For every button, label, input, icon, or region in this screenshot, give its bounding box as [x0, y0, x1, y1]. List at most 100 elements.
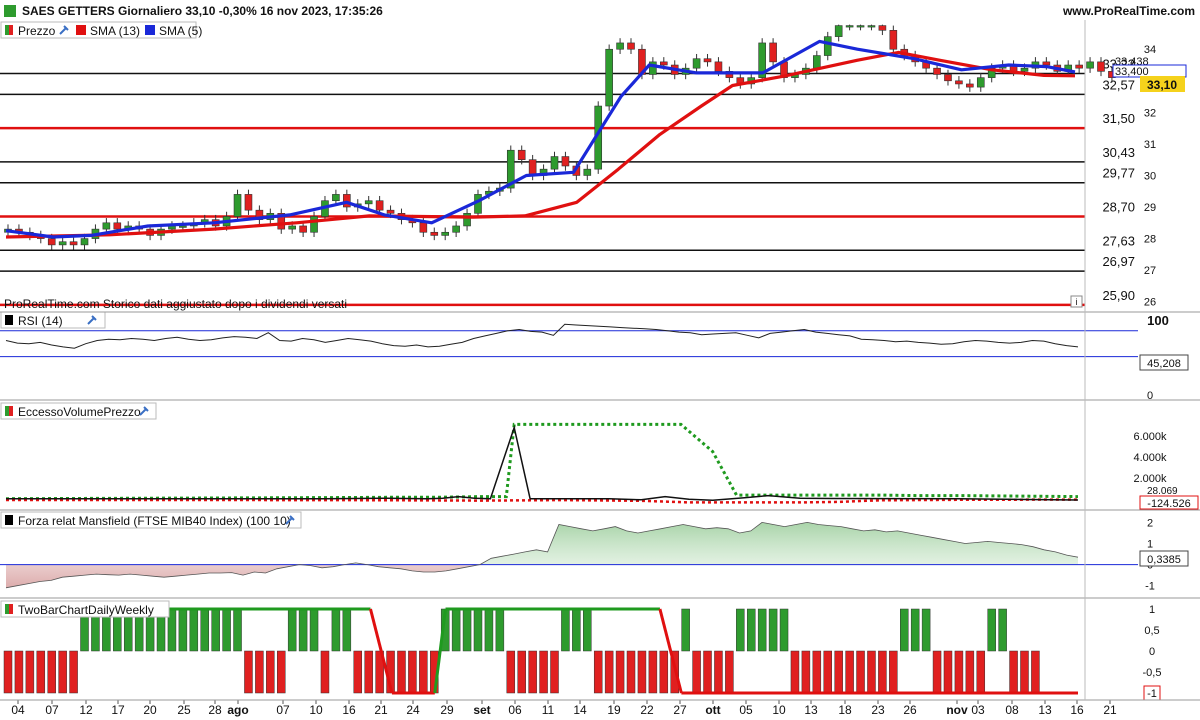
x-tick-label: ago — [227, 703, 248, 717]
candle — [813, 55, 821, 69]
price-y-tick: 31 — [1144, 139, 1156, 151]
candle — [343, 194, 351, 208]
twobar-bar — [681, 608, 690, 652]
twobar-bar — [910, 608, 920, 652]
x-tick-label: nov — [946, 703, 968, 717]
twobar-bar — [277, 650, 286, 694]
x-tick-label: 29 — [440, 703, 454, 717]
candle — [47, 238, 56, 246]
site-link[interactable]: www.ProRealTime.com — [1062, 4, 1195, 18]
twobar-bar — [889, 650, 898, 694]
twobar-bar — [987, 608, 996, 652]
svg-text:i: i — [1076, 297, 1078, 307]
sma5-swatch — [145, 25, 155, 35]
twobar-bar — [233, 608, 242, 652]
twobar-bar — [320, 650, 330, 694]
twobar-bar — [593, 650, 603, 694]
price-level-label: 28,70 — [1102, 199, 1135, 214]
candle — [627, 42, 635, 50]
candle — [769, 42, 777, 63]
price-y-tick: 32 — [1144, 107, 1156, 119]
twobar-legend-label: TwoBarChartDailyWeekly — [18, 603, 154, 617]
price-y-tick: 26 — [1144, 297, 1156, 309]
volume-y-tick: 4.000k — [1133, 452, 1167, 464]
twobar-legend: TwoBarChartDailyWeekly — [0, 600, 170, 618]
candle — [441, 231, 450, 236]
x-tick-label: 18 — [838, 703, 852, 717]
candle — [605, 48, 613, 107]
candle — [1020, 67, 1029, 72]
twobar-bar — [69, 650, 78, 694]
candle — [583, 168, 592, 176]
twobar-bar — [703, 650, 712, 694]
twobar-bar — [211, 608, 220, 652]
twobar-bar — [900, 608, 909, 652]
candle — [703, 58, 712, 63]
candle — [386, 209, 395, 214]
candle — [966, 83, 974, 88]
twobar-bar — [331, 608, 341, 652]
candle — [332, 194, 340, 202]
twobar-bar — [244, 650, 253, 694]
price-y-tick: 27 — [1144, 265, 1156, 277]
twobar-bar — [462, 608, 472, 652]
price-y-tick: 34 — [1144, 44, 1156, 56]
price-level-label: 26,97 — [1102, 254, 1135, 269]
candle — [452, 225, 460, 233]
sma13-swatch — [76, 25, 86, 35]
twobar-bar — [3, 650, 13, 694]
candle — [244, 194, 253, 211]
candle — [1075, 64, 1083, 69]
x-tick-label: 13 — [804, 703, 818, 717]
x-tick-label: 13 — [1038, 703, 1052, 717]
price-up-swatch — [5, 25, 9, 35]
candle — [69, 241, 78, 246]
twobar-bar — [801, 650, 811, 694]
x-tick-label: 26 — [903, 703, 917, 717]
x-tick-label: 28 — [208, 703, 222, 717]
x-tick-label: ott — [705, 703, 720, 717]
price-down-swatch — [9, 25, 13, 35]
x-tick-label: 21 — [1103, 703, 1117, 717]
twobar-bar — [495, 608, 505, 652]
candle — [233, 194, 242, 217]
twobar-bar — [397, 650, 406, 694]
candle — [659, 61, 668, 66]
candle — [58, 241, 67, 246]
candle — [364, 200, 373, 205]
candle — [955, 80, 963, 85]
candle — [1086, 61, 1094, 69]
x-tick-label: 03 — [971, 703, 985, 717]
candle — [561, 156, 570, 167]
twobar-bar — [189, 608, 199, 652]
twobar-bar — [867, 650, 876, 694]
x-tick-label: 07 — [45, 703, 59, 717]
sma5-legend-label: SMA (5) — [159, 24, 202, 38]
x-tick-label: 05 — [739, 703, 753, 717]
candle — [856, 25, 865, 28]
twobar-bar — [725, 650, 734, 694]
x-tick-label: 17 — [111, 703, 125, 717]
twobar-bar — [834, 650, 843, 694]
candle — [102, 222, 111, 230]
twobar-bar — [342, 608, 352, 652]
candle — [714, 61, 723, 72]
twobar-bar — [58, 650, 67, 694]
mansfield-y-tick: 2 — [1147, 517, 1153, 529]
x-tick-label: 27 — [673, 703, 687, 717]
twobar-y-tick: -0,5 — [1143, 667, 1162, 679]
rsi-value-label: 45,208 — [1147, 358, 1181, 370]
candle — [179, 225, 187, 228]
info-icon[interactable]: i — [1070, 295, 1083, 308]
twobar-bar — [451, 608, 461, 652]
twobar-bar — [528, 650, 537, 694]
price-level-label: 27,63 — [1102, 233, 1135, 248]
candle — [976, 77, 985, 88]
twobar-bar — [287, 608, 297, 652]
x-tick-label: 21 — [374, 703, 388, 717]
price-level-label: 25,90 — [1102, 288, 1135, 303]
twobar-y-tick: -1 — [1147, 688, 1157, 700]
price-legend: Prezzo SMA (13) SMA (5) — [0, 21, 202, 39]
twobar-bar — [36, 650, 46, 694]
sma13-legend-label: SMA (13) — [90, 24, 140, 38]
